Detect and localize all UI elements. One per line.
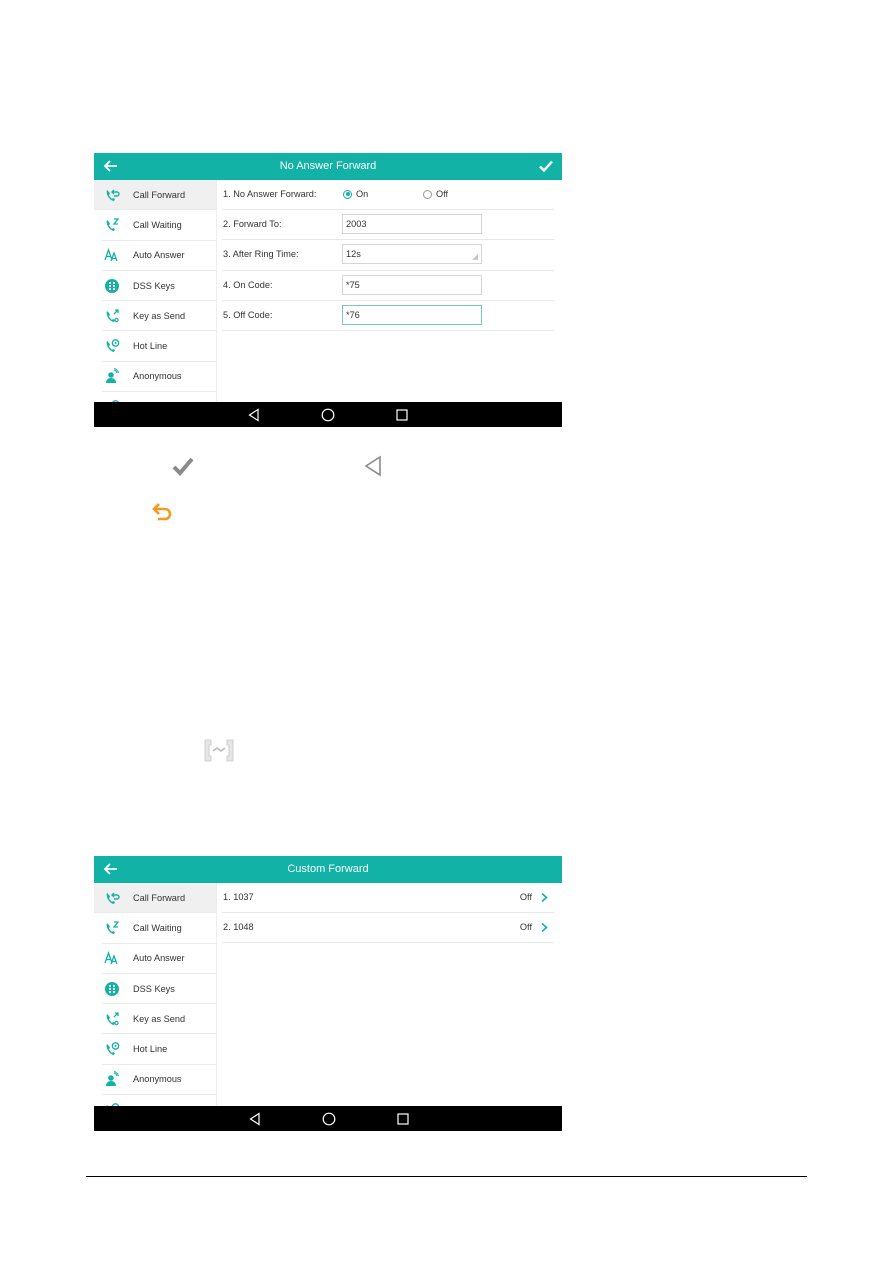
auto-answer-icon <box>104 247 120 263</box>
screen-title: Custom Forward <box>287 863 369 875</box>
confirm-check-icon[interactable] <box>538 158 554 174</box>
screen-title: No Answer Forward <box>279 160 377 172</box>
back-triangle-icon <box>364 455 381 477</box>
sidebar-item-label: DSS Keys <box>133 280 175 291</box>
list-item[interactable]: 1. 1037 Off <box>222 883 554 913</box>
sidebar-item-label: Call Forward <box>133 892 186 903</box>
call-forward-icon <box>104 890 120 906</box>
forward-key-icon <box>204 739 234 762</box>
nav-recents-icon[interactable] <box>396 1112 410 1126</box>
list-item-status: Off <box>519 892 532 902</box>
page-footer-divider <box>86 1176 807 1177</box>
forward-to-row: 2. Forward To: 2003 <box>222 210 554 241</box>
android-nav-bar <box>94 402 562 427</box>
sidebar-item-label: Anonymous <box>133 371 182 382</box>
sidebar-item-label: Anonymous <box>133 1074 182 1085</box>
sidebar-item-hot-line[interactable]: Hot Line <box>102 1034 216 1065</box>
after-ring-time-select[interactable]: 12s <box>342 244 482 265</box>
on-code-row: 4. On Code: *75 <box>222 271 554 301</box>
sidebar-item-key-as-send[interactable]: Key as Send <box>102 1004 216 1035</box>
field-label: 3. After Ring Time: <box>223 249 299 260</box>
hot-line-icon <box>104 1041 120 1057</box>
no-answer-forward-row: 1. No Answer Forward: On Off <box>222 180 554 211</box>
sidebar-item-anonymous[interactable]: Anonymous <box>102 1065 216 1096</box>
anonymous-icon <box>104 368 120 384</box>
radio-off[interactable]: Off <box>423 189 448 199</box>
sidebar: Call Forward Call Waiting Auto Answer DS… <box>94 883 217 1106</box>
list-item-label: 2. 1048 <box>223 922 254 932</box>
radio-label: Off <box>436 189 449 199</box>
android-nav-bar <box>94 1106 562 1131</box>
sidebar-item-dss-keys[interactable]: DSS Keys <box>102 271 216 302</box>
sidebar-item-label: Call Forward <box>133 189 186 200</box>
list-item[interactable]: 2. 1048 Off <box>222 913 554 943</box>
title-bar: Custom Forward <box>94 856 562 883</box>
chevron-right-icon <box>541 892 548 903</box>
select-value: 12s <box>346 249 361 260</box>
field-label: 5. Off Code: <box>223 309 273 320</box>
radio-label: On <box>356 189 369 199</box>
title-bar: No Answer Forward <box>94 153 562 180</box>
sidebar-item-label: Key as Send <box>133 310 186 321</box>
sidebar-item-auto-answer[interactable]: Auto Answer <box>102 241 216 271</box>
settings-form: 1. No Answer Forward: On Off 2. Forward … <box>217 180 562 402</box>
nav-recents-icon[interactable] <box>395 408 409 422</box>
field-label: 4. On Code: <box>223 279 273 290</box>
sidebar-item-label: Hot Line <box>133 341 168 352</box>
sidebar-item-auto-redial[interactable]: Auto Redial <box>102 1095 216 1106</box>
sidebar-item-call-forward[interactable]: Call Forward <box>94 180 216 211</box>
radio-selected-icon <box>343 189 352 199</box>
custom-forward-screen: Custom Forward Call Forward Call Waiting… <box>94 856 562 1131</box>
sidebar-item-auto-answer[interactable]: Auto Answer <box>102 944 216 974</box>
hot-line-icon <box>104 338 120 354</box>
sidebar: Call Forward Call Waiting Auto Answer DS… <box>94 180 217 402</box>
list-item-status: Off <box>519 922 532 932</box>
check-icon <box>172 457 194 476</box>
sidebar-item-label: Key as Send <box>133 1013 186 1024</box>
call-forward-icon <box>104 187 120 203</box>
no-answer-forward-screen: No Answer Forward Call Forward Call Wait… <box>94 153 562 427</box>
dss-keys-icon <box>104 278 120 294</box>
sidebar-item-label: Call Waiting <box>133 922 182 933</box>
sidebar-item-hot-line[interactable]: Hot Line <box>102 331 216 362</box>
nav-home-icon[interactable] <box>322 1112 336 1126</box>
off-code-input[interactable]: *76 <box>342 304 482 325</box>
sidebar-item-key-as-send[interactable]: Key as Send <box>102 301 216 332</box>
dss-keys-icon <box>104 981 120 997</box>
radio-on[interactable]: On <box>343 189 368 199</box>
sidebar-item-label: DSS Keys <box>133 983 175 994</box>
call-waiting-icon <box>104 217 120 233</box>
after-ring-time-row: 3. After Ring Time: 12s <box>222 240 554 271</box>
sidebar-item-dss-keys[interactable]: DSS Keys <box>102 974 216 1005</box>
sidebar-item-call-waiting[interactable]: Call Waiting <box>102 913 216 944</box>
forward-to-input[interactable]: 2003 <box>342 214 482 235</box>
key-as-send-icon <box>104 308 120 324</box>
sidebar-item-label: Call Waiting <box>133 219 182 230</box>
nav-back-icon[interactable] <box>248 1112 262 1126</box>
off-code-row: 5. Off Code: *76 <box>222 301 554 331</box>
anonymous-icon <box>104 1071 120 1087</box>
list-item-label: 1. 1037 <box>223 892 254 902</box>
field-label: 2. Forward To: <box>223 219 282 230</box>
radio-unselected-icon <box>423 189 432 199</box>
sidebar-item-call-forward[interactable]: Call Forward <box>94 883 216 914</box>
nav-back-icon[interactable] <box>247 408 261 422</box>
field-label: 1. No Answer Forward: <box>223 189 317 199</box>
key-as-send-icon <box>104 1011 120 1027</box>
sidebar-item-anonymous[interactable]: Anonymous <box>102 362 216 393</box>
call-waiting-icon <box>104 920 120 936</box>
sidebar-item-auto-redial[interactable]: Auto Redial <box>102 392 216 402</box>
custom-forward-list: 1. 1037 Off 2. 1048 Off <box>217 883 562 1106</box>
sidebar-item-label: Auto Answer <box>133 250 185 261</box>
undo-arrow-icon <box>152 503 172 521</box>
auto-answer-icon <box>104 950 120 966</box>
sidebar-item-label: Auto Answer <box>133 953 185 964</box>
sidebar-item-label: Hot Line <box>133 1044 168 1055</box>
on-code-input[interactable]: *75 <box>342 274 482 295</box>
chevron-right-icon <box>541 922 548 933</box>
nav-home-icon[interactable] <box>321 408 335 422</box>
sidebar-item-call-waiting[interactable]: Call Waiting <box>102 210 216 241</box>
dropdown-corner-icon <box>472 254 478 261</box>
